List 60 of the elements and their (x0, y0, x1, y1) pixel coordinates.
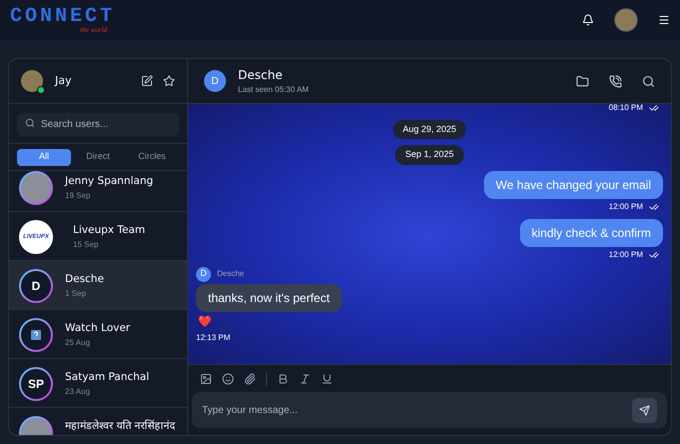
filter-tab[interactable]: Circles (125, 148, 179, 166)
message-time: 12:00 PM (608, 200, 643, 212)
notification-bell-icon[interactable] (582, 14, 594, 26)
contact-avatar: D (21, 271, 51, 301)
sender-avatar: D (196, 266, 211, 282)
filter-tab[interactable]: All (17, 148, 71, 166)
image-icon[interactable] (200, 372, 212, 384)
contact-item[interactable]: महामंडलेश्वर यति नरसिंहानंद (9, 408, 187, 435)
user-name: Jay (55, 72, 72, 89)
contact-date: 15 Sep (73, 238, 100, 251)
message-bubble: We have changed your email (484, 170, 663, 198)
message-time: 12:00 PM (608, 248, 643, 260)
message-time: 12:13 PM (196, 332, 230, 344)
contact-avatar: SP (21, 369, 51, 399)
photo-placeholder (21, 173, 51, 203)
send-button[interactable] (632, 398, 657, 422)
contact-name: Liveupx Team (73, 223, 146, 238)
bold-icon[interactable] (277, 372, 289, 384)
date-chip: Sep 1, 2025 (395, 145, 464, 164)
italic-icon[interactable] (299, 372, 311, 384)
search-field[interactable]: Search users... (17, 113, 179, 136)
emoji-icon[interactable] (222, 372, 234, 384)
contact-item[interactable]: SP Satyam Panchal 23 Aug (9, 359, 187, 408)
chat-avatar: D (204, 70, 226, 92)
logo-text: CONNECT (10, 6, 116, 26)
search-icon[interactable] (642, 74, 655, 88)
message-bubble: kindly check & confirm (520, 218, 663, 246)
message-bubble: thanks, now it's perfect (196, 284, 342, 312)
contact-item[interactable]: Jenny Spannlang 19 Sep (9, 171, 187, 212)
compose-icon[interactable] (141, 75, 153, 87)
contact-name: Desche (65, 272, 104, 287)
filter-tab[interactable]: Direct (71, 148, 125, 166)
chat-title: Desche (238, 67, 284, 84)
contact-date: 1 Sep (65, 288, 87, 300)
last-seen-status: Last seen 05:30 AM (238, 84, 309, 96)
user-avatar (21, 70, 43, 92)
contact-item[interactable]: Watch Lover 25 Aug (9, 310, 187, 359)
contact-date: 23 Aug (65, 386, 91, 398)
contact-date: 25 Aug (65, 336, 91, 349)
contact-name: Jenny Spannlang (65, 174, 154, 189)
send-icon (639, 404, 650, 416)
image-placeholder-icon (31, 330, 41, 340)
underline-icon[interactable] (321, 372, 333, 384)
message-time: 08:10 PM (608, 104, 643, 114)
date-chip: Aug 29, 2025 (392, 120, 466, 139)
message-input[interactable]: Type your message... (192, 392, 667, 428)
contact-name: Watch Lover (65, 321, 130, 336)
attachment-icon[interactable] (244, 372, 256, 384)
contact-date: 19 Sep (65, 190, 92, 202)
profile-avatar[interactable] (614, 8, 638, 32)
reaction-emoji: ❤ (198, 314, 212, 330)
menu-icon[interactable] (658, 14, 670, 26)
sender-name: Desche (217, 268, 244, 280)
search-icon (25, 118, 35, 128)
folder-icon[interactable] (576, 74, 589, 88)
contact-name: महामंडलेश्वर यति नरसिंहानंद (65, 419, 176, 434)
star-icon[interactable] (163, 75, 175, 87)
contact-name: Satyam Panchal (65, 370, 150, 385)
phone-icon[interactable] (609, 74, 622, 88)
contact-item[interactable]: D Desche 1 Sep (9, 261, 187, 310)
